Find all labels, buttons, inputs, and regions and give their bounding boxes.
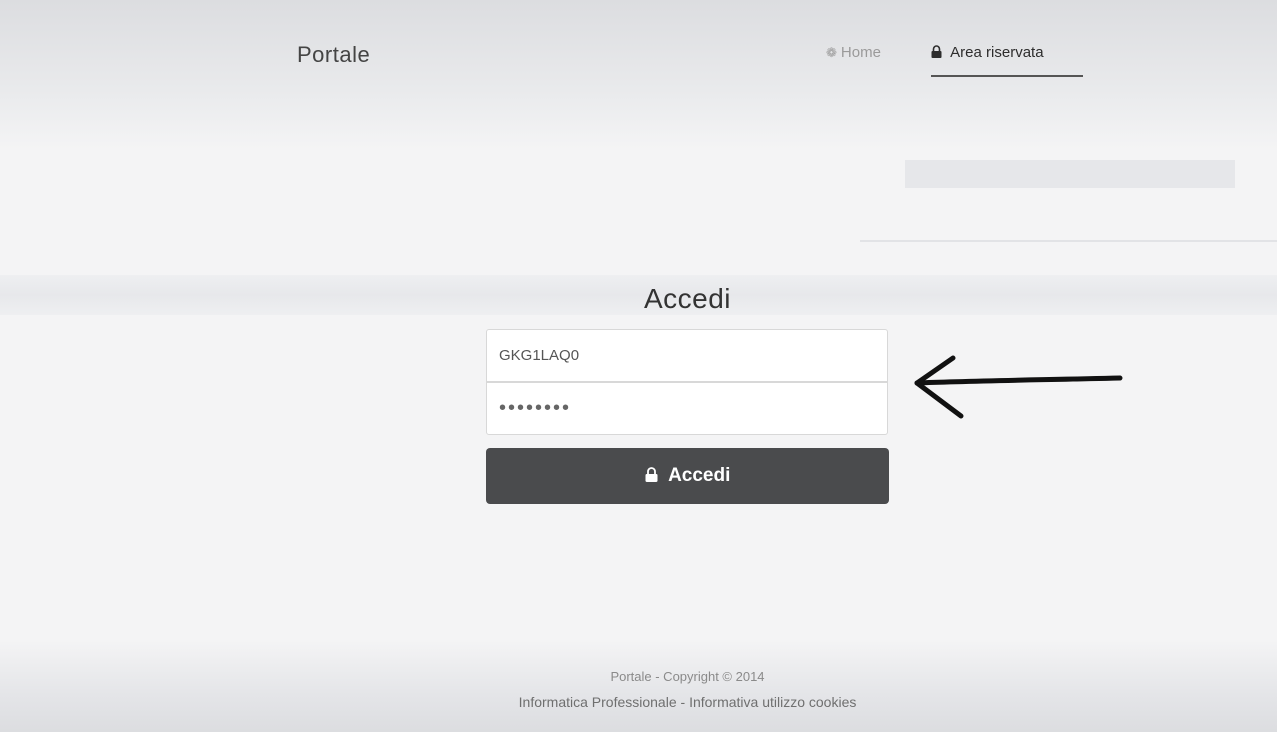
login-button[interactable]: Accedi: [486, 448, 889, 504]
footer-copyright: Portale - Copyright © 2014: [610, 669, 765, 684]
page: Portale ❁Home Area riservata Accedi Acce…: [0, 0, 1277, 732]
footer-company-link[interactable]: Informatica Professionale: [519, 694, 677, 710]
login-title: Accedi: [643, 283, 732, 314]
background-ghost-line: [860, 240, 1277, 242]
lock-icon: [645, 467, 662, 485]
home-icon: ❁: [826, 45, 837, 60]
background-haze-top: [0, 0, 1277, 150]
background-ghost-block: [905, 160, 1235, 188]
username-input[interactable]: [486, 329, 888, 382]
arrow-left-icon: [914, 355, 1123, 419]
footer-separator: -: [676, 694, 690, 710]
brand-title[interactable]: Portale: [297, 42, 370, 68]
password-input[interactable]: [486, 382, 888, 435]
lock-icon: [931, 44, 946, 61]
background-haze-bottom: [0, 640, 1277, 732]
nav-reserved-area-label: Area riservata: [950, 44, 1044, 61]
footer-links: Informatica Professionale - Informativa …: [0, 694, 1277, 710]
nav-reserved-area-link[interactable]: Area riservata: [931, 44, 1083, 77]
nav-home-label: Home: [840, 44, 881, 61]
login-button-label: Accedi: [668, 465, 731, 486]
footer-cookies-link[interactable]: Informativa utilizzo cookies: [689, 694, 856, 710]
nav-home-link[interactable]: ❁ Home: [826, 44, 881, 61]
